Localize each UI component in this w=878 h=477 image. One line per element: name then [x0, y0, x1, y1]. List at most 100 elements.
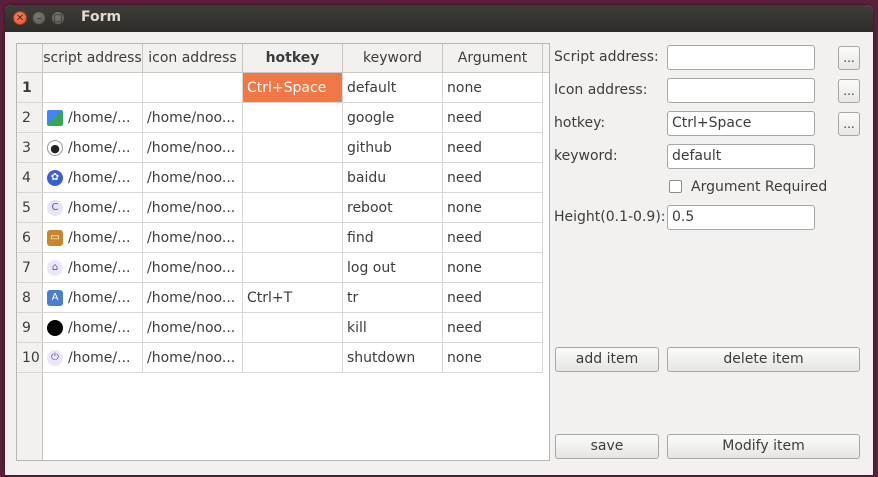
table-row[interactable]: 1 Ctrl+Space default none [17, 73, 549, 103]
cell-keyword[interactable]: kill [343, 313, 443, 343]
cell-icon-address[interactable]: /home/noo... [143, 313, 243, 343]
table-row[interactable]: 10 ⏻ /home/... /home/noo... shutdown none [17, 343, 549, 373]
icon-browse-button[interactable]: ... [838, 79, 860, 103]
cell-keyword[interactable]: reboot [343, 193, 443, 223]
cell-script-address[interactable]: ⌂ /home/... [43, 253, 143, 283]
table-row[interactable]: 9/home/... /home/noo... kill need [17, 313, 549, 343]
column-header-icon-address[interactable]: icon address [143, 44, 243, 72]
table-corner[interactable] [17, 44, 43, 72]
row-number[interactable]: 6 [17, 223, 43, 253]
window-title: Form [81, 9, 122, 25]
argument-required-label[interactable]: Argument Required [691, 179, 827, 195]
cell-hotkey[interactable] [243, 133, 343, 163]
cell-script-address[interactable]: /home/... [43, 313, 143, 343]
delete-item-button[interactable]: delete item [667, 347, 860, 372]
cell-hotkey[interactable] [243, 103, 343, 133]
column-header-argument[interactable]: Argument [443, 44, 543, 72]
cell-icon-address[interactable]: /home/noo... [143, 103, 243, 133]
row-number[interactable]: 1 [17, 73, 43, 103]
table-row[interactable]: 5 C/home/.../home/noo... reboot none [17, 193, 549, 223]
cell-argument[interactable]: none [443, 343, 543, 373]
cell-script-address[interactable]: /home/... [43, 103, 143, 133]
add-item-button[interactable]: add item [555, 347, 659, 372]
cell-icon-address[interactable] [143, 73, 243, 103]
cell-icon-address[interactable]: /home/noo... [143, 283, 243, 313]
cell-argument[interactable]: need [443, 223, 543, 253]
cell-script-address[interactable]: ● /home/... [43, 133, 143, 163]
cell-script-address[interactable]: ⏻ /home/... [43, 343, 143, 373]
save-button[interactable]: save [555, 434, 659, 459]
cell-argument[interactable]: need [443, 283, 543, 313]
row-number[interactable]: 7 [17, 253, 43, 283]
table-row[interactable]: 3 ● /home/... /home/noo... github need [17, 133, 549, 163]
cell-keyword[interactable]: default [343, 73, 443, 103]
hotkey-browse-button[interactable]: ... [838, 112, 860, 136]
script-address-text: /home/... [68, 170, 131, 186]
table-row[interactable]: 6 ▭ /home/... /home/noo... find need [17, 223, 549, 253]
cell-argument[interactable]: none [443, 193, 543, 223]
script-browse-button[interactable]: ... [838, 46, 860, 70]
column-header-script-address[interactable]: script address [43, 44, 143, 72]
cell-keyword[interactable]: log out [343, 253, 443, 283]
cell-keyword[interactable]: shutdown [343, 343, 443, 373]
cell-keyword[interactable]: github [343, 133, 443, 163]
cell-hotkey[interactable] [243, 193, 343, 223]
column-header-keyword[interactable]: keyword [343, 44, 443, 72]
close-button[interactable]: ✕ [13, 11, 27, 25]
cell-keyword[interactable]: baidu [343, 163, 443, 193]
cell-keyword[interactable]: find [343, 223, 443, 253]
row-number[interactable]: 10 [17, 343, 43, 373]
column-header-hotkey[interactable]: hotkey [243, 44, 343, 72]
cell-icon-address[interactable]: /home/noo... [143, 253, 243, 283]
cell-script-address[interactable]: A/home/... [43, 283, 143, 313]
row-number[interactable]: 9 [17, 313, 43, 343]
cell-argument[interactable]: need [443, 103, 543, 133]
height-input[interactable]: 0.5 [667, 205, 815, 230]
row-number[interactable]: 4 [17, 163, 43, 193]
row-number[interactable]: 3 [17, 133, 43, 163]
cell-argument[interactable]: need [443, 133, 543, 163]
row-number[interactable]: 5 [17, 193, 43, 223]
hotkey-input[interactable]: Ctrl+Space [667, 111, 815, 136]
cell-hotkey[interactable] [243, 163, 343, 193]
row-number[interactable]: 2 [17, 103, 43, 133]
icon-address-input[interactable] [667, 78, 815, 103]
table-row[interactable]: 8 A/home/.../home/noo... Ctrl+T tr need [17, 283, 549, 313]
cell-script-address[interactable]: C/home/... [43, 193, 143, 223]
cell-hotkey[interactable] [243, 313, 343, 343]
row-number[interactable]: 8 [17, 283, 43, 313]
keyword-input[interactable]: default [667, 144, 815, 169]
keyword-label: keyword: [554, 148, 618, 164]
cell-argument[interactable]: none [443, 253, 543, 283]
cell-hotkey[interactable]: Ctrl+Space [243, 73, 343, 103]
cell-icon-address[interactable]: /home/noo... [143, 133, 243, 163]
cell-hotkey[interactable] [243, 223, 343, 253]
argument-required-checkbox[interactable] [669, 180, 682, 193]
cell-keyword[interactable]: tr [343, 283, 443, 313]
cell-icon-address[interactable]: /home/noo... [143, 343, 243, 373]
cell-icon-address[interactable]: /home/noo... [143, 163, 243, 193]
cell-keyword[interactable]: google [343, 103, 443, 133]
script-address-input[interactable] [667, 45, 815, 70]
cell-script-address[interactable]: ✿ /home/... [43, 163, 143, 193]
cell-argument[interactable]: none [443, 73, 543, 103]
cell-icon-address[interactable]: /home/noo... [143, 223, 243, 253]
table-row[interactable]: 2/home/... /home/noo... google need [17, 103, 549, 133]
table-row[interactable]: 7 ⌂ /home/... /home/noo... log out none [17, 253, 549, 283]
script-address-text: /home/... [68, 290, 131, 306]
cell-hotkey[interactable]: Ctrl+T [243, 283, 343, 313]
translate-icon: A [47, 290, 63, 306]
items-table[interactable]: script address icon address hotkey keywo… [16, 43, 550, 461]
modify-item-button[interactable]: Modify item [667, 434, 860, 459]
table-row[interactable]: 4 ✿ /home/... /home/noo... baidu need [17, 163, 549, 193]
form-window: ✕ – □ Form script address icon address h… [5, 5, 873, 475]
cell-script-address[interactable]: ▭ /home/... [43, 223, 143, 253]
minimize-button[interactable]: – [32, 11, 46, 25]
cell-script-address[interactable] [43, 73, 143, 103]
cell-argument[interactable]: need [443, 313, 543, 343]
cell-argument[interactable]: need [443, 163, 543, 193]
cell-hotkey[interactable] [243, 343, 343, 373]
maximize-button[interactable]: □ [51, 11, 65, 25]
cell-hotkey[interactable] [243, 253, 343, 283]
cell-icon-address[interactable]: /home/noo... [143, 193, 243, 223]
